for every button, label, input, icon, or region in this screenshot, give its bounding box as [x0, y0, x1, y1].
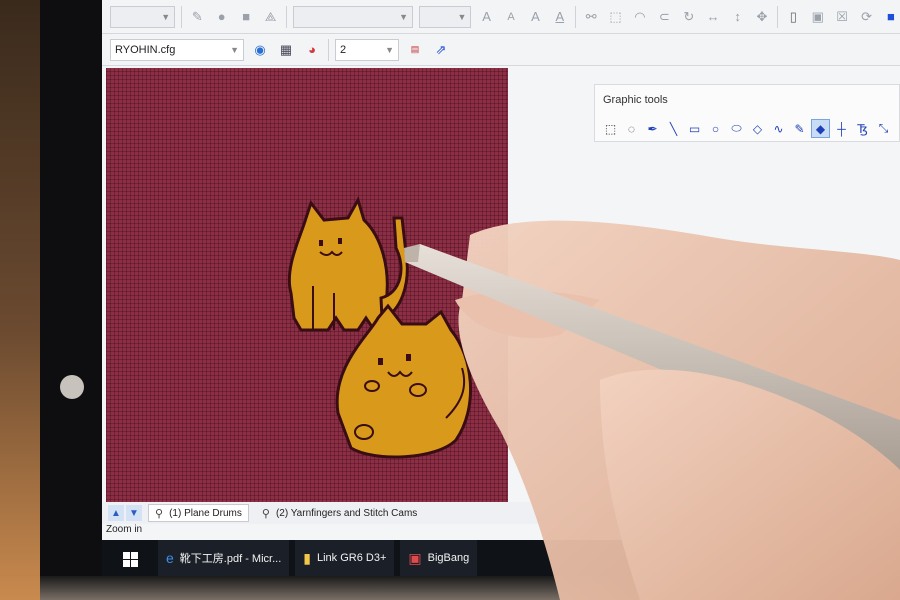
tab-layer-2[interactable]: ⚲ (2) Yarnfingers and Stitch Cams: [254, 504, 425, 522]
diamond-icon[interactable]: ◇: [748, 119, 767, 138]
cat-drawing: [287, 196, 472, 459]
cross-icon[interactable]: ┼: [832, 119, 851, 138]
taskbar-item-label: BigBang: [427, 552, 470, 564]
toolbar-divider: [181, 5, 183, 28]
app-window: ▼ ✎ ● ■ ⟁ ▼ ▼ A A A A ⚯ ⬚ ◠ ⊂ ↻ ↔ ↕ ✥ ▯ …: [102, 0, 900, 578]
fill-icon[interactable]: ◆: [811, 119, 830, 138]
folder-icon: ▮: [303, 549, 311, 566]
dotted-rect-icon[interactable]: ⬚: [606, 7, 624, 27]
grid-icon[interactable]: ▦: [276, 40, 296, 60]
toolbar-second: RYOHIN.cfg ▼ ◉ ▦ ◕ 2 ▼ ▤ ⇗: [102, 34, 900, 66]
transform-icon[interactable]: ⤡: [874, 119, 893, 138]
taskbar-item-label: 靴下工房.pdf - Micr...: [179, 553, 282, 565]
font-size-select[interactable]: ▼: [110, 5, 176, 28]
font-a-underline-icon[interactable]: A: [551, 7, 569, 27]
cfg-select[interactable]: RYOHIN.cfg ▼: [110, 38, 244, 61]
chevron-up-icon[interactable]: ▲: [108, 505, 124, 521]
chevron-down-icon: ▼: [385, 44, 394, 55]
toolbar-divider: [777, 5, 779, 28]
curve-icon[interactable]: ∿: [769, 119, 788, 138]
tablet-bezel: [40, 0, 102, 582]
font-weight-select[interactable]: ▼: [419, 5, 472, 28]
page-select[interactable]: 2 ▼: [335, 38, 399, 61]
ellipse-icon[interactable]: ○: [706, 119, 725, 138]
lasso-icon[interactable]: ◌: [622, 119, 641, 138]
chevron-down-icon: ▼: [161, 11, 171, 22]
layer-tabs: ▲ ▼ ⚲ (1) Plane Drums ⚲ (2) Yarnfingers …: [102, 502, 900, 524]
start-button[interactable]: [102, 540, 158, 578]
bracket-icon[interactable]: ⊂: [655, 7, 673, 27]
taskbar: e 靴下工房.pdf - Micr... ▮ Link GR6 D3+ ▣ Bi…: [102, 540, 900, 578]
text-icon[interactable]: Ꜩ: [853, 119, 872, 138]
pen-icon[interactable]: ✒: [643, 119, 662, 138]
edge-icon: e: [166, 550, 174, 566]
graphic-tools-list: ⬚ ◌ ✒ ╲ ▭ ○ ⬭ ◇ ∿ ✎ ◆ ┼ Ꜩ ⤡: [601, 119, 893, 138]
toolbar-divider: [328, 38, 329, 61]
tab-layer-2-label: (2) Yarnfingers and Stitch Cams: [275, 507, 418, 519]
palette-icon[interactable]: ◕: [302, 40, 322, 60]
brush-icon[interactable]: ✎: [790, 119, 809, 138]
oval-icon[interactable]: ⬭: [727, 119, 746, 138]
rotate-icon[interactable]: ↻: [680, 7, 698, 27]
windows-icon: [122, 551, 138, 567]
color-wheel-icon[interactable]: ◉: [250, 40, 270, 60]
tab-layer-1-label: (1) Plane Drums: [169, 507, 242, 519]
square-fill-icon[interactable]: ■: [237, 7, 255, 27]
tablet-camera: [60, 375, 84, 399]
taskbar-item-folder[interactable]: ▮ Link GR6 D3+: [295, 540, 395, 578]
chevron-down-icon: ▼: [457, 11, 467, 22]
flip-horizontal-icon[interactable]: ↔: [704, 7, 722, 27]
taskbar-item-label: Link GR6 D3+: [316, 552, 387, 564]
link-icon[interactable]: ⚯: [582, 7, 600, 27]
close-page-icon[interactable]: ☒: [833, 7, 851, 27]
app-icon: ▣: [408, 549, 422, 566]
line-icon[interactable]: ╲: [664, 119, 683, 138]
cfg-select-value: RYOHIN.cfg: [115, 43, 176, 56]
circle-fill-icon[interactable]: ●: [213, 7, 231, 27]
cfg-file-icon[interactable]: ▤: [405, 40, 425, 60]
refresh-icon[interactable]: ⟳: [857, 7, 875, 27]
page-icon[interactable]: ▯: [784, 7, 802, 27]
font-family-select[interactable]: ▼: [292, 5, 414, 28]
tab-layer-1[interactable]: ⚲ (1) Plane Drums: [148, 504, 249, 522]
chevron-down-icon: ▼: [230, 44, 239, 55]
font-a-icon[interactable]: A: [477, 7, 495, 27]
toolbar-divider: [285, 5, 287, 28]
status-text: Zoom in: [106, 524, 143, 535]
font-a-small-icon[interactable]: A: [502, 7, 520, 27]
chevron-down-icon: ▼: [399, 11, 409, 22]
pencil-icon[interactable]: ✎: [188, 7, 206, 27]
pin-icon: ⚲: [155, 507, 164, 520]
graphic-tools-title: Graphic tools: [603, 94, 668, 106]
flip-vertical-icon[interactable]: ↕: [728, 7, 746, 27]
pixel-canvas[interactable]: [106, 68, 508, 502]
font-a-outline-icon[interactable]: A: [526, 7, 544, 27]
layer-nav: ▲ ▼: [108, 505, 142, 521]
tablet-bottom-edge: [40, 576, 900, 600]
chevron-down-icon[interactable]: ▼: [126, 505, 142, 521]
toolbar-top: ▼ ✎ ● ■ ⟁ ▼ ▼ A A A A ⚯ ⬚ ◠ ⊂ ↻ ↔ ↕ ✥ ▯ …: [102, 0, 900, 34]
page-select-value: 2: [340, 43, 347, 56]
layer-blue-icon[interactable]: ■: [882, 7, 900, 27]
export-icon[interactable]: ⇗: [431, 40, 451, 60]
graphic-tools-panel: Graphic tools ⬚ ◌ ✒ ╲ ▭ ○ ⬭ ◇ ∿ ✎ ◆ ┼ Ꜩ …: [594, 84, 900, 142]
pin-icon: ⚲: [261, 507, 270, 520]
move-icon[interactable]: ✥: [753, 7, 771, 27]
toolbar-divider: [575, 5, 576, 28]
rect-select-icon[interactable]: ⬚: [601, 119, 620, 138]
taskbar-item-bigbang[interactable]: ▣ BigBang: [400, 540, 478, 578]
taskbar-item-pdf[interactable]: e 靴下工房.pdf - Micr...: [158, 540, 290, 578]
rectangle-icon[interactable]: ▭: [685, 119, 704, 138]
arc-icon[interactable]: ◠: [631, 7, 649, 27]
copy-page-icon[interactable]: ▣: [809, 7, 827, 27]
node-icon[interactable]: ⟁: [261, 7, 279, 27]
